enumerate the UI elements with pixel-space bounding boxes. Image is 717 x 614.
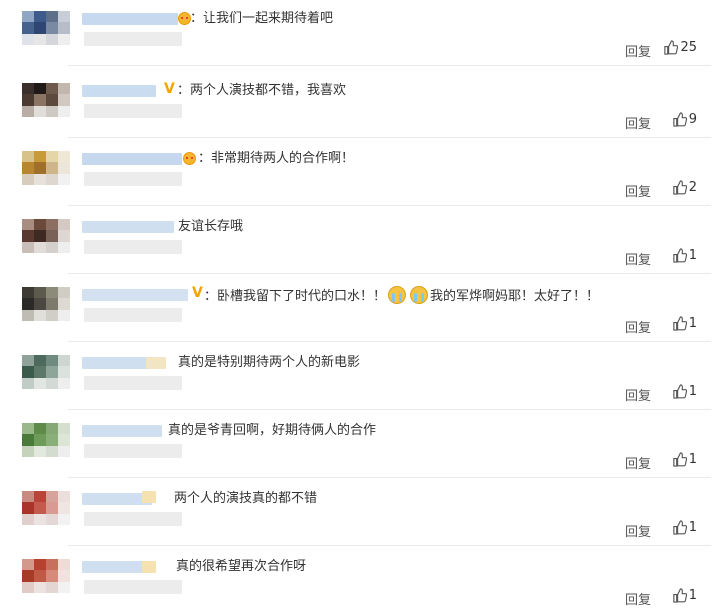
like-button[interactable]: 1 (672, 384, 697, 399)
like-button[interactable]: 1 (672, 316, 697, 331)
thumbs-up-icon (664, 40, 679, 55)
avatar[interactable] (22, 219, 70, 253)
thumbs-up-icon (673, 384, 687, 399)
thumbs-up-icon (673, 316, 687, 331)
vip-badge-icon: V (192, 285, 203, 301)
vip-badge-icon: V (164, 81, 175, 97)
username-blurred[interactable] (82, 425, 162, 437)
comment-item: ：非常期待两人的合作啊！ 回复 2 (0, 138, 717, 206)
like-button[interactable]: 1 (672, 248, 697, 263)
divider (68, 65, 711, 66)
emoji-icon (183, 152, 196, 165)
like-count: 1 (688, 520, 697, 535)
reply-button[interactable]: 回复 (625, 453, 651, 472)
like-count: 1 (688, 316, 697, 331)
comment-item: 真的是爷青回啊，好期待俩人的合作 回复 1 (0, 410, 717, 478)
username-blurred[interactable] (82, 289, 188, 301)
reply-button[interactable]: 回复 (625, 41, 651, 60)
like-count: 1 (688, 452, 697, 467)
avatar[interactable] (22, 423, 70, 457)
like-button[interactable]: 1 (672, 520, 697, 535)
reply-button[interactable]: 回复 (625, 113, 651, 132)
crying-emoji-icon (388, 286, 407, 304)
thumbs-up-icon (673, 248, 687, 263)
like-button[interactable]: 1 (672, 452, 697, 467)
avatar[interactable] (22, 287, 70, 321)
meta-blurred (84, 376, 182, 390)
reply-button[interactable]: 回复 (625, 385, 651, 404)
comment-text: 真的是爷青回啊，好期待俩人的合作 (168, 423, 377, 438)
comment-item: 真的很希望再次合作呀 回复 1 (0, 546, 717, 614)
reply-button[interactable]: 回复 (625, 317, 651, 336)
meta-blurred (84, 512, 182, 526)
comment-item: 两个人的演技真的都不错 回复 1 (0, 478, 717, 546)
comment-item: V ：两个人演技都不错，我喜欢 回复 9 (0, 70, 717, 138)
like-count: 2 (688, 180, 697, 195)
thumbs-up-icon (673, 452, 687, 467)
comment-text: 真的很希望再次合作呀 (176, 559, 307, 574)
comment-text-part2: 我的军烨啊妈耶！太好了！！ (430, 289, 600, 304)
comment-item: 真的是特别期待两个人的新电影 回复 1 (0, 342, 717, 410)
reply-button[interactable]: 回复 (625, 521, 651, 540)
meta-blurred (84, 308, 182, 322)
like-count: 25 (680, 40, 697, 55)
meta-blurred (84, 32, 182, 46)
like-button[interactable]: 9 (672, 112, 697, 127)
badge-blurred (146, 357, 166, 369)
avatar[interactable] (22, 11, 70, 45)
comment-item: 友谊长存哦 回复 1 (0, 206, 717, 274)
avatar[interactable] (22, 355, 70, 389)
username-blurred[interactable] (82, 153, 182, 165)
meta-blurred (84, 580, 182, 594)
username-blurred[interactable] (82, 85, 156, 97)
thumbs-up-icon (673, 180, 687, 195)
reply-button[interactable]: 回复 (625, 249, 651, 268)
like-count: 1 (688, 588, 697, 603)
comment-text: ：非常期待两人的合作啊！ (198, 151, 355, 166)
avatar[interactable] (22, 491, 70, 525)
thumbs-up-icon (673, 588, 687, 603)
meta-blurred (84, 240, 182, 254)
meta-blurred (84, 172, 182, 186)
comment-text: 两个人的演技真的都不错 (174, 491, 318, 506)
username-blurred[interactable] (82, 13, 178, 25)
comment-item: ：让我们一起来期待着吧 回复 25 (0, 0, 717, 66)
like-count: 9 (688, 112, 697, 127)
like-button[interactable]: 1 (672, 588, 697, 603)
reply-button[interactable]: 回复 (625, 589, 651, 608)
comment-text: 真的是特别期待两个人的新电影 (178, 355, 361, 370)
badge-blurred (142, 491, 156, 503)
thumbs-up-icon (673, 520, 687, 535)
thumbs-up-icon (673, 112, 687, 127)
comment-list: ：让我们一起来期待着吧 回复 25 V ：两个人演技都不错，我喜欢 回复 9 ：… (0, 0, 717, 608)
like-button[interactable]: 2 (672, 180, 697, 195)
comment-text: ：卧槽我留下了时代的口水！！ 我的军烨啊妈耶！太好了！！ (204, 286, 599, 306)
like-button[interactable]: 25 (663, 40, 697, 55)
username-blurred[interactable] (82, 221, 174, 233)
comment-text: 友谊长存哦 (178, 219, 244, 234)
avatar[interactable] (22, 559, 70, 593)
badge-blurred (142, 561, 156, 573)
comment-text: ：两个人演技都不错，我喜欢 (177, 83, 347, 98)
username-blurred[interactable] (82, 561, 148, 573)
comment-text: ：让我们一起来期待着吧 (190, 11, 334, 26)
comment-text-part1: ：卧槽我留下了时代的口水！！ (204, 289, 387, 304)
crying-emoji-icon (410, 286, 429, 304)
like-count: 1 (688, 384, 697, 399)
avatar[interactable] (22, 151, 70, 185)
comment-item: V ：卧槽我留下了时代的口水！！ 我的军烨啊妈耶！太好了！！ 回复 1 (0, 274, 717, 342)
like-count: 1 (688, 248, 697, 263)
reply-button[interactable]: 回复 (625, 181, 651, 200)
avatar[interactable] (22, 83, 70, 117)
meta-blurred (84, 104, 182, 118)
meta-blurred (84, 444, 182, 458)
